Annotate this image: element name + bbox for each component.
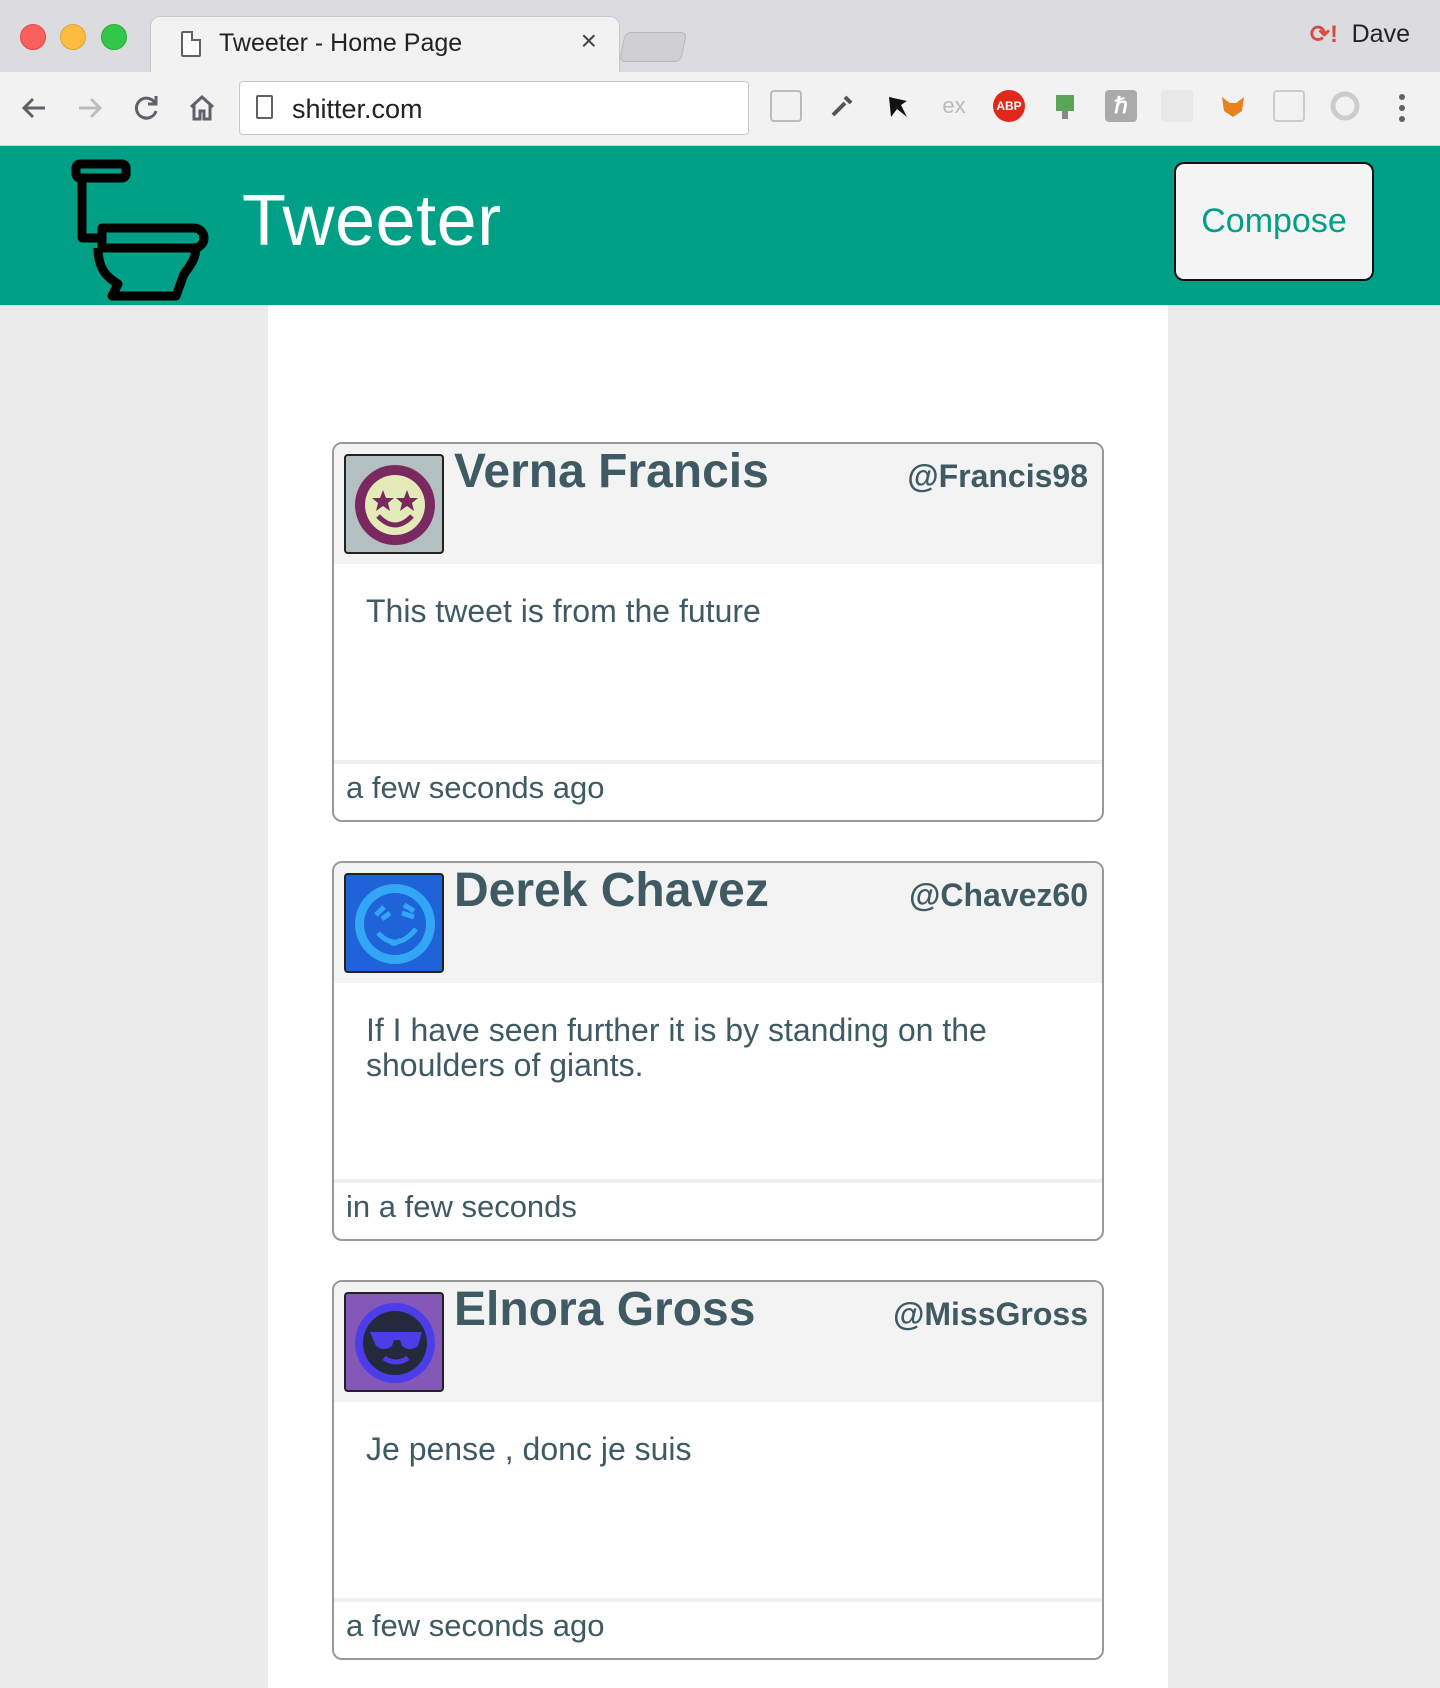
ninja-icon[interactable]	[882, 90, 914, 122]
address-bar[interactable]: shitter.com	[239, 81, 749, 135]
tab-close-icon[interactable]: ×	[581, 27, 597, 55]
browser-menu-icon[interactable]	[1390, 86, 1414, 130]
window-icon[interactable]	[1273, 90, 1305, 122]
tweet-timestamp: a few seconds ago	[346, 1608, 605, 1643]
close-window-button[interactable]	[20, 24, 46, 50]
reader-icon[interactable]	[770, 90, 802, 122]
browser-tabbar: Tweeter - Home Page × ⟳! Dave	[0, 0, 1440, 72]
tweet-card: Verna Francis @Francis98 This tweet is f…	[332, 442, 1104, 822]
tweet-footer: a few seconds ago	[334, 760, 1102, 820]
tweet-timestamp: in a few seconds	[346, 1189, 577, 1224]
adblock-icon[interactable]: ABP	[993, 90, 1025, 122]
tweet-author-handle[interactable]: @Chavez60	[909, 877, 1088, 914]
tweet-timestamp: a few seconds ago	[346, 770, 605, 805]
tweet-feed: Verna Francis @Francis98 This tweet is f…	[268, 305, 1168, 1688]
tweet-header: Elnora Gross @MissGross	[334, 1282, 1102, 1402]
sunglasses-face-icon	[344, 1292, 444, 1392]
tweet-footer: in a few seconds	[334, 1179, 1102, 1239]
circle-icon[interactable]	[1329, 90, 1361, 122]
tweet-content: This tweet is from the future	[366, 593, 761, 629]
tweet-author-name: Derek Chavez	[454, 864, 769, 917]
star-eyes-smiley-icon	[344, 454, 444, 554]
h-icon[interactable]: ℏ	[1105, 90, 1137, 122]
crazy-face-icon	[344, 873, 444, 973]
new-tab-button[interactable]	[618, 32, 688, 62]
ex-icon[interactable]: ex	[938, 90, 970, 122]
tweet-author-handle[interactable]: @MissGross	[893, 1296, 1088, 1333]
tweet-footer: a few seconds ago	[334, 1598, 1102, 1658]
fox-icon[interactable]	[1217, 90, 1249, 122]
tweet-content: If I have seen further it is by standing…	[366, 1012, 987, 1084]
home-icon[interactable]	[180, 86, 224, 130]
tab-title: Tweeter - Home Page	[219, 29, 463, 57]
sync-error-icon[interactable]: ⟳!	[1310, 20, 1338, 49]
tweet-header: Derek Chavez @Chavez60	[334, 863, 1102, 983]
tweet-card: Elnora Gross @MissGross Je pense , donc …	[332, 1280, 1104, 1660]
reload-icon[interactable]	[124, 86, 168, 130]
tweet-author-name: Elnora Gross	[454, 1283, 756, 1336]
tweet-header: Verna Francis @Francis98	[334, 444, 1102, 564]
tweet-author-name: Verna Francis	[454, 445, 769, 498]
maximize-window-button[interactable]	[101, 24, 127, 50]
minimize-window-button[interactable]	[60, 24, 86, 50]
forward-icon[interactable]	[68, 86, 112, 130]
compose-button[interactable]: Compose	[1174, 162, 1374, 281]
page-icon	[256, 95, 273, 119]
tweet-author-handle[interactable]: @Francis98	[907, 458, 1088, 495]
profile-name[interactable]: Dave	[1352, 20, 1410, 49]
note-icon[interactable]	[1161, 90, 1193, 122]
eyedropper-icon[interactable]	[826, 90, 858, 122]
back-icon[interactable]	[12, 86, 56, 130]
browser-tab-active[interactable]: Tweeter - Home Page ×	[150, 16, 620, 72]
plugin-icon[interactable]	[1049, 90, 1081, 122]
app-header: Tweeter Compose	[0, 146, 1440, 305]
tweet-content: Je pense , donc je suis	[366, 1431, 692, 1467]
toilet-logo-icon	[71, 159, 209, 301]
app-title: Tweeter	[242, 181, 502, 261]
browser-toolbar: shitter.com ex ABP ℏ	[0, 72, 1440, 146]
page-icon	[181, 31, 201, 57]
url-text: shitter.com	[292, 94, 423, 124]
tweet-card: Derek Chavez @Chavez60 If I have seen fu…	[332, 861, 1104, 1241]
